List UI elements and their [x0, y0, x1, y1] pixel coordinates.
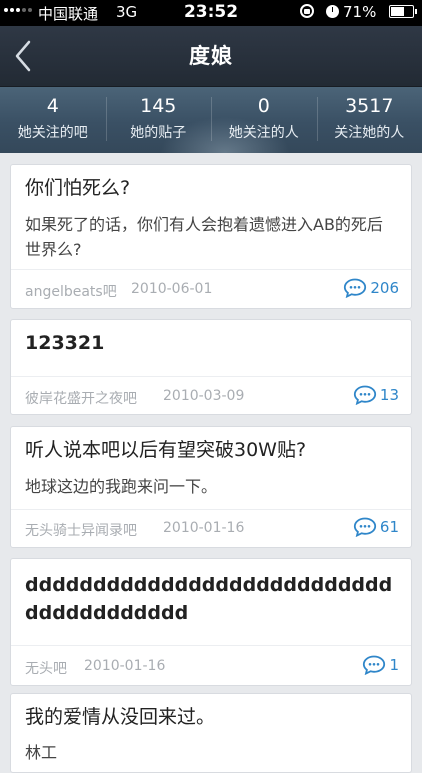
- stat-value: 0: [211, 95, 317, 117]
- stat-posts[interactable]: 145 她的贴子: [106, 87, 212, 153]
- post-title: 123321: [25, 330, 397, 356]
- post-body: 地球这边的我跑来问一下。: [25, 474, 397, 499]
- post-date: 2010-01-16: [163, 520, 244, 536]
- divider: [11, 645, 411, 646]
- post-forum: angelbeats吧: [25, 281, 117, 301]
- post-forum: 无头骑士异闻录吧: [25, 520, 137, 540]
- post-title: 你们怕死么?: [25, 175, 397, 201]
- divider: [11, 509, 411, 510]
- post-date: 2010-01-16: [84, 658, 165, 674]
- post-title: 听人说本吧以后有望突破30W贴?: [25, 437, 397, 463]
- status-bar: 中国联通 3G 23:52 71%: [0, 0, 422, 26]
- stat-followers[interactable]: 3517 关注她的人: [317, 87, 422, 153]
- divider: [11, 269, 411, 270]
- post-date: 2010-03-09: [163, 388, 244, 404]
- battery-percentage: 71%: [343, 3, 376, 21]
- post-body: 林工: [25, 740, 397, 765]
- reply-count[interactable]: 1: [362, 655, 399, 675]
- post-forum: 无头吧: [25, 658, 67, 678]
- divider: [11, 376, 411, 377]
- reply-count[interactable]: 61: [353, 517, 399, 537]
- post-card[interactable]: 我的爱情从没回来过。 林工: [10, 693, 412, 773]
- stat-value: 4: [0, 95, 106, 117]
- reply-count-value: 61: [380, 518, 399, 536]
- stat-value: 3517: [317, 95, 422, 117]
- post-card[interactable]: 听人说本吧以后有望突破30W贴? 地球这边的我跑来问一下。 无头骑士异闻录吧 2…: [10, 426, 412, 548]
- reply-count-value: 206: [370, 279, 399, 297]
- comment-bubble-icon: [362, 655, 386, 675]
- post-title: 我的爱情从没回来过。: [25, 704, 397, 730]
- post-card[interactable]: ddddddddddddddddddddddddddddddddddddddd …: [10, 558, 412, 686]
- stat-label: 她关注的人: [211, 122, 317, 142]
- nav-header: 度娘: [0, 26, 422, 87]
- comment-bubble-icon: [343, 278, 367, 298]
- rotation-lock-icon: [300, 4, 314, 18]
- post-card[interactable]: 你们怕死么? 如果死了的话，你们有人会抱着遗憾进入AB的死后世界么? angel…: [10, 164, 412, 309]
- alarm-icon: [326, 5, 339, 18]
- battery-icon: [389, 5, 414, 18]
- stat-label: 她的贴子: [106, 122, 212, 142]
- post-date: 2010-06-01: [131, 281, 212, 297]
- post-card[interactable]: 123321 彼岸花盛开之夜吧 2010-03-09 13: [10, 319, 412, 415]
- comment-bubble-icon: [353, 385, 377, 405]
- stat-following-users[interactable]: 0 她关注的人: [211, 87, 317, 153]
- reply-count-value: 13: [380, 386, 399, 404]
- page-title: 度娘: [0, 26, 422, 86]
- post-forum: 彼岸花盛开之夜吧: [25, 388, 137, 408]
- reply-count-value: 1: [389, 656, 399, 674]
- stat-value: 145: [106, 95, 212, 117]
- comment-bubble-icon: [353, 517, 377, 537]
- reply-count[interactable]: 206: [343, 278, 399, 298]
- post-title: ddddddddddddddddddddddddddddddddddddddd: [25, 571, 397, 627]
- stat-label: 她关注的吧: [0, 122, 106, 142]
- stat-following-forums[interactable]: 4 她关注的吧: [0, 87, 106, 153]
- reply-count[interactable]: 13: [353, 385, 399, 405]
- stat-label: 关注她的人: [317, 122, 422, 142]
- chevron-left-icon[interactable]: [10, 36, 40, 76]
- post-body: 如果死了的话，你们有人会抱着遗憾进入AB的死后世界么?: [25, 212, 397, 262]
- profile-stats: 4 她关注的吧 145 她的贴子 0 她关注的人 3517 关注她的人: [0, 87, 422, 153]
